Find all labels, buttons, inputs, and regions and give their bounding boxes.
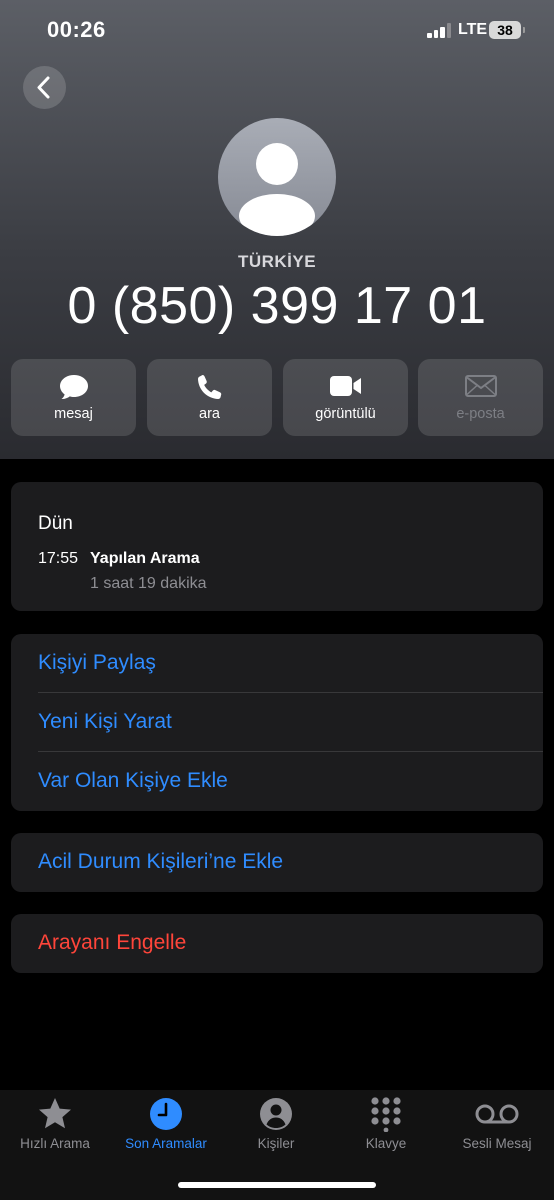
message-label: mesaj xyxy=(54,406,93,422)
block-caller-row[interactable]: Arayanı Engelle xyxy=(11,914,543,973)
person-icon xyxy=(239,143,315,236)
history-time: 17:55 xyxy=(38,550,79,567)
add-to-existing-contact-row[interactable]: Var Olan Kişiye Ekle xyxy=(11,752,543,811)
tab-recents-label: Son Aramalar xyxy=(125,1136,207,1151)
tab-keypad-label: Klavye xyxy=(365,1136,407,1151)
add-to-existing-contact-label: Var Olan Kişiye Ekle xyxy=(38,769,228,792)
tab-keypad[interactable]: Klavye xyxy=(331,1090,441,1160)
contact-header: 00:26 LTE 38 TÜRKİYE 0 (850) 399 17 01 m… xyxy=(0,0,554,459)
history-call-type: Yapılan Arama xyxy=(90,550,200,567)
video-icon xyxy=(329,376,361,396)
avatar xyxy=(218,118,336,236)
history-day: Dün xyxy=(38,513,73,534)
battery-tip xyxy=(523,27,525,33)
tab-favorites[interactable]: Hızlı Arama xyxy=(0,1090,110,1160)
status-time: 00:26 xyxy=(47,17,106,42)
tab-favorites-label: Hızlı Arama xyxy=(20,1136,90,1151)
keypad-icon xyxy=(371,1097,401,1132)
tab-voicemail-label: Sesli Mesaj xyxy=(462,1136,532,1151)
contact-options-card: Kişiyi Paylaş Yeni Kişi Yarat Var Olan K… xyxy=(11,634,543,811)
home-indicator[interactable] xyxy=(178,1182,376,1188)
create-new-contact-label: Yeni Kişi Yarat xyxy=(38,710,172,733)
phone-icon xyxy=(197,375,221,399)
star-icon xyxy=(39,1098,71,1129)
back-button[interactable] xyxy=(23,66,66,109)
add-emergency-contact-row[interactable]: Acil Durum Kişileri’ne Ekle xyxy=(11,833,543,892)
chevron-left-icon xyxy=(37,76,50,99)
message-icon xyxy=(59,375,88,400)
history-duration: 1 saat 19 dakika xyxy=(90,575,207,592)
tab-voicemail[interactable]: Sesli Mesaj xyxy=(442,1090,552,1160)
call-history-card: Dün 17:55 Yapılan Arama 1 saat 19 dakika xyxy=(11,482,543,611)
battery-icon: 38 xyxy=(489,21,521,39)
email-button[interactable]: e-posta xyxy=(418,359,543,436)
share-contact-row[interactable]: Kişiyi Paylaş xyxy=(11,634,543,693)
emergency-contacts-card: Acil Durum Kişileri’ne Ekle xyxy=(11,833,543,892)
email-label: e-posta xyxy=(456,406,505,422)
video-label: görüntülü xyxy=(315,406,376,422)
video-button[interactable]: görüntülü xyxy=(283,359,408,436)
block-caller-card: Arayanı Engelle xyxy=(11,914,543,973)
voicemail-icon xyxy=(475,1104,519,1124)
message-button[interactable]: mesaj xyxy=(11,359,136,436)
call-button[interactable]: ara xyxy=(147,359,272,436)
clock-icon xyxy=(150,1098,182,1130)
create-new-contact-row[interactable]: Yeni Kişi Yarat xyxy=(11,693,543,752)
tab-contacts[interactable]: Kişiler xyxy=(221,1090,331,1160)
tab-contacts-label: Kişiler xyxy=(257,1136,295,1151)
signal-icon xyxy=(427,23,451,38)
share-contact-label: Kişiyi Paylaş xyxy=(38,651,156,674)
tab-recents[interactable]: Son Aramalar xyxy=(111,1090,221,1160)
block-caller-label: Arayanı Engelle xyxy=(38,931,187,954)
call-label: ara xyxy=(199,406,220,422)
network-type: LTE xyxy=(458,21,488,38)
status-bar: 00:26 LTE 38 xyxy=(0,0,554,60)
country-label: TÜRKİYE xyxy=(237,252,317,271)
mail-icon xyxy=(464,375,497,397)
add-emergency-contact-label: Acil Durum Kişileri’ne Ekle xyxy=(38,850,284,873)
phone-number: 0 (850) 399 17 01 xyxy=(67,277,487,335)
person-circle-icon xyxy=(260,1098,292,1130)
